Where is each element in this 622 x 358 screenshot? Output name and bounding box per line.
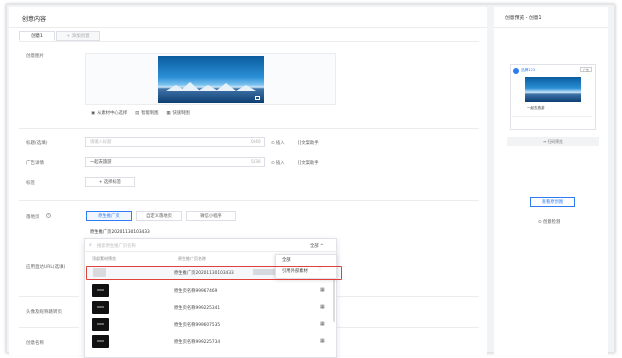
col-header-name: 原生推广页名称 <box>178 256 206 261</box>
row-name: 原生页名称999225341 <box>174 306 221 311</box>
preview-caption: 一起去旅游 <box>527 106 545 110</box>
qr-icon[interactable]: ▦ <box>320 304 325 310</box>
smart-design-button[interactable]: ▤ 智能制图 <box>135 110 158 117</box>
tab-divider <box>19 41 479 42</box>
preview-divider-2 <box>512 116 592 117</box>
col-header-preview: 顶部素材预览 <box>92 256 116 261</box>
section-title: 创意内容 <box>22 16 47 23</box>
dropdown-divider <box>84 251 337 252</box>
folder-icon: ▣ <box>91 110 96 116</box>
preview-image <box>525 77 581 102</box>
landing-option-custom[interactable]: 自定义落地页 <box>136 211 182 221</box>
qr-icon[interactable]: ▦ <box>320 321 325 327</box>
headline-counter: 0/40 <box>251 140 261 145</box>
section-divider <box>9 27 487 28</box>
tags-label: 标签 <box>26 181 35 186</box>
ad-copy-input[interactable]: 一起去旅游 <box>85 157 265 167</box>
scan-preview-button[interactable]: ↔ 扫码预览 <box>507 137 599 146</box>
divider-3 <box>19 296 79 297</box>
row-name: 原生页名称99967469 <box>174 289 218 294</box>
landing-label: 落地页 <box>26 215 40 220</box>
preview-panel <box>494 7 608 355</box>
filter-select[interactable]: 全部 ^ <box>310 243 324 249</box>
insert-emoji-button[interactable]: ⊙ 插入 <box>271 140 285 146</box>
copy-assistant-button-2[interactable]: []文案助手 <box>298 160 319 166</box>
magic-icon: ▤ <box>135 110 140 116</box>
divider-2 <box>19 200 479 201</box>
grid-icon: ▦ <box>166 110 171 116</box>
chevron-up-icon: ^ <box>319 244 324 249</box>
ad-badge: 广告 <box>580 67 592 72</box>
landing-option-native[interactable]: 原生推广页 <box>86 211 132 221</box>
qr-icon[interactable]: ▦ <box>320 338 325 344</box>
quick-design-button[interactable]: ▦ 快速制图 <box>166 110 189 117</box>
thumbnail <box>92 318 109 331</box>
preview-title: 创意预览 - 创意1 <box>505 16 542 21</box>
help-icon[interactable]: ? <box>46 213 51 218</box>
crop-icon[interactable] <box>255 96 260 100</box>
brand-name: 品牌123 <box>521 68 536 72</box>
landing-option-mini-program[interactable]: 微信小程序 <box>186 211 236 221</box>
highlight-box <box>86 266 342 280</box>
landing-selected-value[interactable]: 原生推广页20201130103433 <box>90 229 150 235</box>
search-icon: ⌕ <box>89 242 92 248</box>
divider-4 <box>19 327 79 328</box>
creative-check-link[interactable]: ⊙ 创意检测 <box>538 219 560 225</box>
dropdown-search-input[interactable]: 搜索原生推广页名称 <box>97 243 136 249</box>
ad-copy-label: 广告详情 <box>26 161 44 166</box>
thumbnail <box>92 284 109 297</box>
preview-divider <box>494 27 608 28</box>
headline-label: 标题(选填) <box>26 141 48 146</box>
add-creative-tab[interactable]: + 添加创意 <box>56 31 100 41</box>
thumbnail <box>92 301 109 314</box>
image-actions: ▣ 从素材中心选择 ▤ 智能制图 ▦ 快速制图 <box>91 110 190 117</box>
row-name: 原生页名称999225734 <box>174 340 221 345</box>
copy-assistant-button[interactable]: []文案助手 <box>298 140 319 146</box>
divider-6 <box>337 327 479 328</box>
avatar <box>513 68 519 74</box>
material-center-button[interactable]: ▣ 从素材中心选择 <box>91 110 127 117</box>
tab-creative-1[interactable]: 创意1 <box>19 31 55 41</box>
app-url-label: 应用直达URL(选填) <box>26 265 66 270</box>
insert-emoji-button-2[interactable]: ⊙ 插入 <box>271 160 285 166</box>
avatar-jump-label: 头像及昵称跳转页 <box>26 310 62 315</box>
thumbnail <box>92 335 109 348</box>
menu-item-all[interactable]: 全部 <box>282 257 291 263</box>
select-tags-button[interactable]: + 选择标签 <box>85 177 135 187</box>
qr-icon[interactable]: ▦ <box>320 287 325 293</box>
divider <box>19 128 479 129</box>
ad-copy-counter: 5/30 <box>251 160 261 165</box>
creative-image <box>158 56 264 103</box>
divider-5 <box>337 296 479 297</box>
view-original-button[interactable]: 查看原创图 <box>530 197 575 207</box>
row-name: 原生页名称999607535 <box>174 323 221 328</box>
headline-input[interactable]: 请输入标题 <box>85 137 265 147</box>
creative-name-label: 创意名称 <box>26 341 44 346</box>
image-label: 创意图片 <box>26 54 44 59</box>
